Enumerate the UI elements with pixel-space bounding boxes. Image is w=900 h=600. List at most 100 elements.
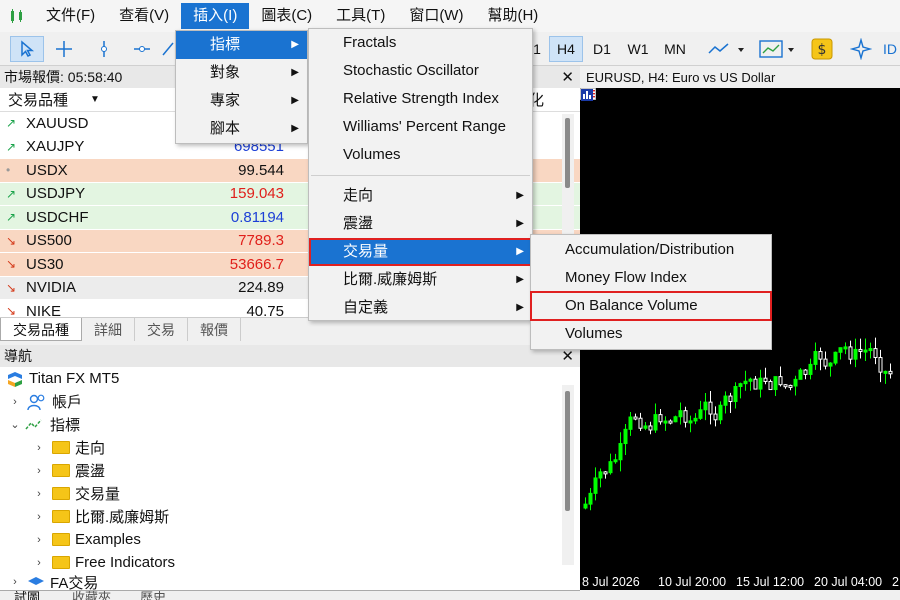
- tab-ticks[interactable]: 報價: [188, 318, 241, 341]
- sparkle-icon[interactable]: [846, 36, 876, 62]
- menu-item-label: 專家: [210, 92, 241, 109]
- time-label: 20 Jul 04:00: [814, 575, 883, 589]
- crosshair-tool-icon[interactable]: [48, 36, 80, 62]
- tree-accounts[interactable]: › 帳戶: [0, 390, 580, 413]
- candle-body: [843, 346, 848, 350]
- candle-body: [853, 348, 858, 360]
- menu-item-stochastic[interactable]: Stochastic Oscillator: [309, 57, 532, 85]
- menu-item-volumes[interactable]: Volumes: [309, 141, 532, 169]
- candle-body: [653, 414, 658, 431]
- tab-history[interactable]: 歷史: [140, 591, 166, 600]
- candle-body: [628, 416, 633, 430]
- menu-item-fractals[interactable]: Fractals: [309, 29, 532, 57]
- chevron-right-icon[interactable]: ›: [32, 534, 46, 546]
- submenu-arrow-icon: ▶: [516, 218, 524, 229]
- chart-type-icon[interactable]: [704, 36, 748, 62]
- menu-insert[interactable]: 插入(I): [181, 3, 250, 29]
- menu-item-label: 指標: [210, 36, 241, 53]
- tree-folder[interactable]: › Examples: [0, 528, 580, 551]
- menu-item-oscillators[interactable]: 震盪 ▶: [309, 210, 532, 238]
- symbol-column-header[interactable]: 交易品種 ▼: [0, 89, 196, 110]
- candle-body: [883, 370, 888, 374]
- chevron-right-icon[interactable]: ›: [32, 465, 46, 477]
- menu-window[interactable]: 窗口(W): [397, 3, 475, 29]
- menu-tools[interactable]: 工具(T): [324, 3, 397, 29]
- trendline-tool-icon[interactable]: [160, 36, 176, 62]
- tree-root[interactable]: Titan FX MT5: [0, 367, 580, 390]
- tree-folder[interactable]: › 交易量: [0, 482, 580, 505]
- timeframe-mn[interactable]: MN: [657, 36, 693, 62]
- symbol-name: NVIDIA: [26, 279, 77, 297]
- bid-cell: 99.544: [238, 161, 284, 179]
- menu-item-accumulation-distribution[interactable]: Accumulation/Distribution: [531, 236, 771, 264]
- menu-item-money-flow-index[interactable]: Money Flow Index: [531, 264, 771, 292]
- candle-body: [798, 369, 803, 380]
- menu-file[interactable]: 文件(F): [34, 3, 107, 29]
- close-icon[interactable]: ✕: [561, 68, 574, 86]
- chevron-right-icon[interactable]: ›: [32, 488, 46, 500]
- tree-indicators[interactable]: ⌄ 指標: [0, 413, 580, 436]
- menu-item-custom[interactable]: 自定義 ▶: [309, 294, 532, 322]
- folder-label: 走向: [75, 440, 106, 457]
- candle-body: [633, 416, 638, 420]
- tree-folder[interactable]: › 震盪: [0, 459, 580, 482]
- trend-flat-icon: •: [6, 163, 11, 178]
- menu-item-indicators[interactable]: 指標 ▶: [176, 31, 307, 59]
- menu-separator: [311, 175, 530, 176]
- menu-item-bill-williams[interactable]: 比爾.威廉姆斯 ▶: [309, 266, 532, 294]
- menu-help[interactable]: 幫助(H): [475, 3, 550, 29]
- indicators-list-icon[interactable]: [756, 36, 800, 62]
- timeframe-d1[interactable]: D1: [585, 36, 619, 62]
- candle-body: [708, 401, 713, 415]
- tab-common[interactable]: 試圖: [14, 591, 40, 600]
- accounts-icon: [27, 394, 45, 410]
- tab-trading[interactable]: 交易: [135, 318, 188, 341]
- horizontal-line-tool-icon[interactable]: [126, 36, 158, 62]
- menu-item-scripts[interactable]: 腳本 ▶: [176, 115, 307, 143]
- menu-item-rsi[interactable]: Relative Strength Index: [309, 85, 532, 113]
- chevron-right-icon[interactable]: ›: [8, 576, 22, 588]
- chevron-down-icon[interactable]: ⌄: [8, 418, 22, 431]
- menu-view[interactable]: 查看(V): [107, 3, 181, 29]
- menu-item-label: 自定義: [343, 299, 389, 316]
- navigator-scrollbar[interactable]: [562, 385, 574, 565]
- candle-body: [783, 384, 788, 388]
- vertical-line-tool-icon[interactable]: [88, 36, 120, 62]
- menu-item-experts[interactable]: 專家 ▶: [176, 87, 307, 115]
- svg-text:$: $: [818, 42, 827, 58]
- menu-item-on-balance-volume[interactable]: On Balance Volume: [530, 291, 772, 321]
- timeframe-h4[interactable]: H4: [549, 36, 583, 62]
- tree-expert-advisors[interactable]: › FA交易: [0, 574, 580, 591]
- toolbar-id-label[interactable]: ID: [880, 36, 900, 62]
- menu-item-label: 比爾.威廉姆斯: [343, 271, 438, 288]
- symbol-cell: ↗ XAUUSD: [0, 115, 196, 132]
- menu-charts[interactable]: 圖表(C): [249, 3, 324, 29]
- chevron-right-icon[interactable]: ›: [32, 557, 46, 569]
- tab-symbols[interactable]: 交易品種: [0, 318, 82, 341]
- timeframe-w1[interactable]: W1: [621, 36, 655, 62]
- symbol-cell: ↘ US500: [0, 232, 196, 249]
- menu-item-volume-group[interactable]: 交易量 ▶: [309, 238, 532, 266]
- indicator-folders: › 走向 › 震盪 › 交易量 › 比爾.威廉姆斯 › Examples › Free Indicat…: [0, 436, 580, 574]
- menu-item-williams-r[interactable]: Williams' Percent Range: [309, 113, 532, 141]
- menu-item-trend[interactable]: 走向 ▶: [309, 182, 532, 210]
- trend-up-icon: ↗: [6, 139, 17, 154]
- candle-body: [703, 401, 708, 411]
- dollar-icon[interactable]: $: [808, 36, 836, 62]
- chevron-right-icon[interactable]: ›: [32, 442, 46, 454]
- tree-folder[interactable]: › Free Indicators: [0, 551, 580, 574]
- candle-body: [768, 380, 773, 391]
- tab-details[interactable]: 詳細: [82, 318, 135, 341]
- chevron-right-icon[interactable]: ›: [32, 511, 46, 523]
- chevron-right-icon[interactable]: ›: [8, 396, 22, 408]
- tree-folder[interactable]: › 比爾.威廉姆斯: [0, 505, 580, 528]
- folder-icon: [52, 533, 70, 546]
- market-watch-title: 市場報價: 05:58:40: [4, 69, 123, 85]
- menu-item-volumes[interactable]: Volumes: [531, 320, 771, 348]
- tab-favorites[interactable]: 收藏夾: [72, 591, 111, 600]
- cursor-tool-icon[interactable]: [10, 36, 44, 62]
- candle-body: [873, 348, 878, 359]
- candle-body: [623, 428, 628, 445]
- menu-item-objects[interactable]: 對象 ▶: [176, 59, 307, 87]
- tree-folder[interactable]: › 走向: [0, 436, 580, 459]
